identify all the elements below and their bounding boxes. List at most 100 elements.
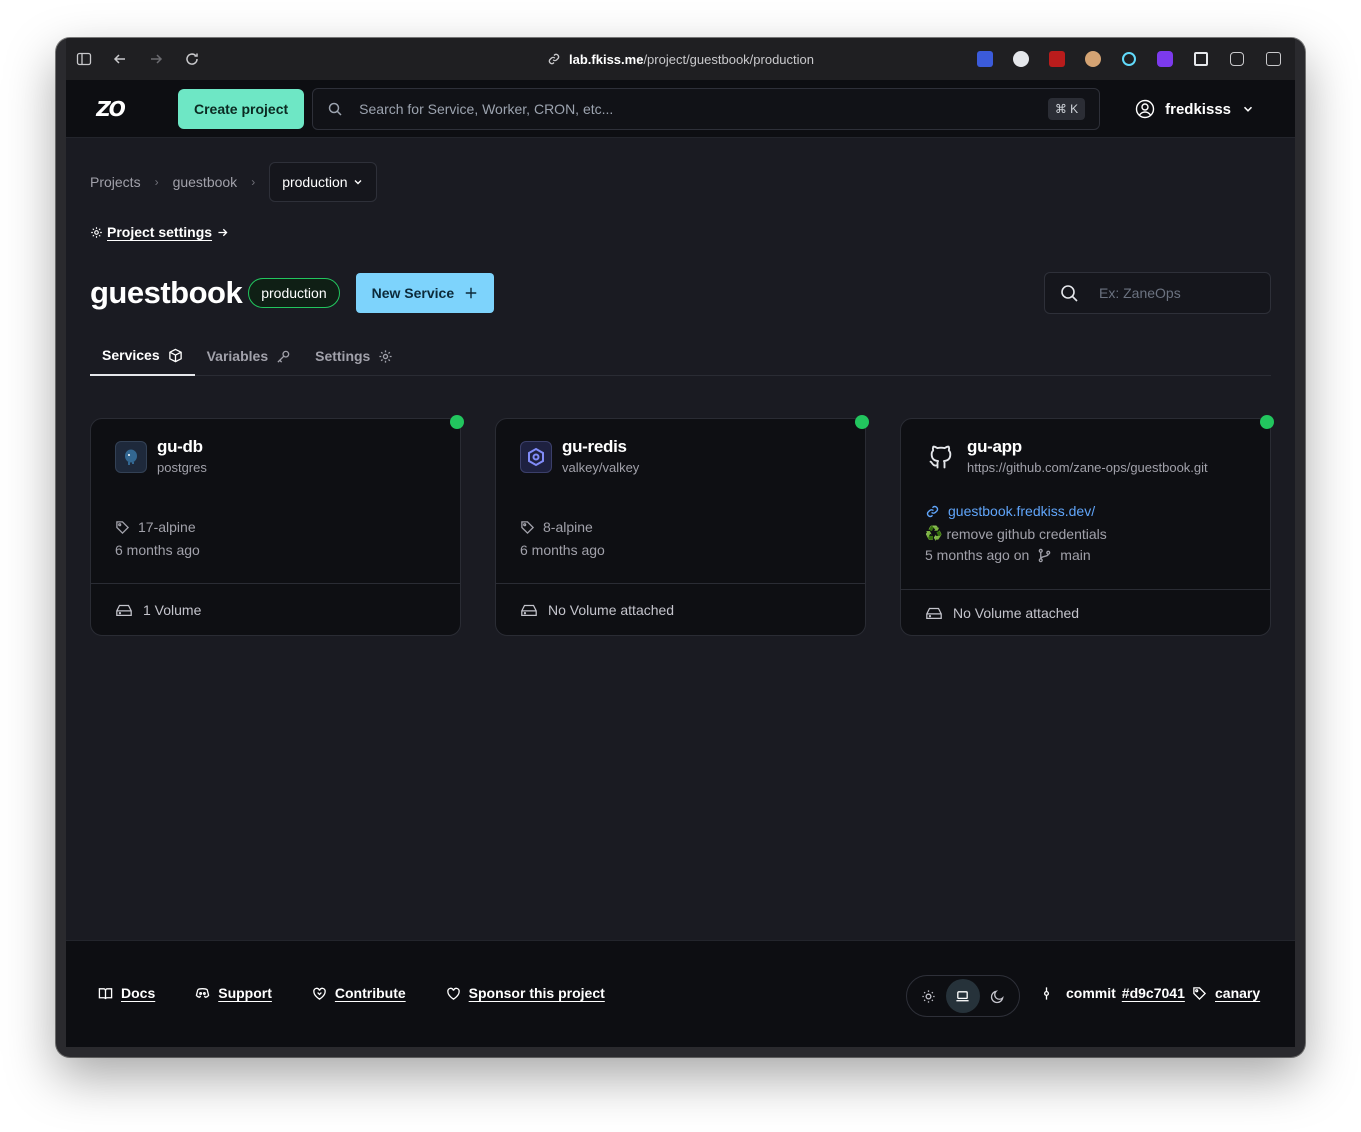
breadcrumb: Projects › guestbook › production: [90, 162, 377, 202]
reload-icon[interactable]: [174, 38, 210, 80]
search-icon: [328, 102, 342, 116]
box-icon: [168, 348, 182, 362]
service-updated: 6 months ago: [115, 542, 200, 558]
extension-icon-2[interactable]: [1007, 45, 1035, 73]
chevron-down-icon: [1243, 106, 1253, 112]
service-image: postgres: [157, 460, 207, 475]
tab-settings[interactable]: Settings: [303, 336, 405, 376]
release-channel-link[interactable]: canary: [1215, 985, 1260, 1001]
service-volume: No Volume attached: [496, 583, 865, 635]
laptop-icon: [956, 990, 970, 1001]
key-icon: [277, 350, 290, 363]
new-service-button[interactable]: New Service: [355, 273, 495, 313]
dark-theme-button[interactable]: [981, 979, 1015, 1013]
heart-handshake-icon: [313, 987, 326, 1000]
service-filter-input[interactable]: Ex: ZaneOps: [1044, 272, 1271, 314]
project-tabs: Services Variables Settings: [90, 336, 1271, 376]
service-card-gu-db[interactable]: gu-db postgres 17-alpine 6 months ago 1 …: [90, 415, 464, 636]
search-icon: [1061, 285, 1078, 302]
sidebar-toggle-icon[interactable]: [66, 38, 102, 80]
url-host: lab.fkiss.me: [569, 51, 644, 67]
commit-hash-link[interactable]: #d9c7041: [1122, 985, 1185, 1001]
hard-drive-icon: [521, 604, 537, 616]
user-menu[interactable]: fredkisss: [1135, 80, 1255, 138]
support-link[interactable]: Support: [195, 985, 272, 1001]
arrow-right-icon: [218, 228, 228, 236]
discord-icon: [195, 987, 210, 998]
react-devtools-icon[interactable]: [1115, 45, 1143, 73]
footer: Docs Support Contribute Sponsor this pro…: [66, 940, 1295, 1047]
tab-services[interactable]: Services: [90, 336, 195, 376]
contribute-link[interactable]: Contribute: [312, 985, 406, 1001]
status-indicator: [450, 415, 464, 429]
hard-drive-icon: [116, 604, 132, 616]
search-input[interactable]: Search for Service, Worker, CRON, etc...…: [312, 87, 1101, 130]
status-indicator: [1260, 415, 1274, 429]
service-tag-value: 17-alpine: [138, 519, 196, 535]
extension-icon-3[interactable]: [1043, 45, 1071, 73]
footer-links: Docs Support Contribute Sponsor this pro…: [98, 985, 605, 1001]
breadcrumb-project[interactable]: guestbook: [173, 174, 238, 190]
split-view-icon[interactable]: [1259, 45, 1287, 73]
service-volume-label: No Volume attached: [548, 601, 675, 618]
extension-icon-4[interactable]: [1079, 45, 1107, 73]
service-name[interactable]: gu-db: [157, 437, 207, 457]
service-card-header: gu-app https://github.com/zane-ops/guest…: [925, 437, 1208, 475]
back-icon[interactable]: [102, 38, 138, 80]
service-tag: 8-alpine: [520, 519, 593, 535]
breadcrumb-projects[interactable]: Projects: [90, 174, 141, 190]
service-updated-label: 5 months ago on: [925, 547, 1030, 563]
extension-icon-8[interactable]: [1223, 45, 1251, 73]
system-theme-button[interactable]: [945, 979, 980, 1013]
project-settings-link[interactable]: Project settings: [90, 224, 229, 240]
tab-variables[interactable]: Variables: [195, 336, 304, 376]
sponsor-label: Sponsor this project: [468, 985, 605, 1001]
support-label: Support: [218, 985, 272, 1001]
extension-icon-6[interactable]: [1151, 45, 1179, 73]
link-icon: [926, 505, 939, 517]
light-theme-button[interactable]: [911, 979, 945, 1013]
postgres-icon: [115, 441, 147, 473]
forward-icon[interactable]: [138, 38, 174, 80]
page-title: guestbook: [90, 275, 243, 310]
service-name[interactable]: gu-app: [967, 437, 1208, 457]
contribute-label: Contribute: [334, 985, 406, 1001]
username: fredkisss: [1165, 100, 1231, 118]
service-url-link[interactable]: guestbook.fredkiss.dev/: [925, 503, 1095, 519]
extension-icon-1[interactable]: [971, 45, 999, 73]
commit-message: remove github credentials: [946, 525, 1107, 542]
valkey-icon: [520, 441, 552, 473]
tag-icon: [521, 520, 535, 534]
tab-settings-label: Settings: [315, 348, 371, 364]
environment-dropdown[interactable]: production: [269, 162, 377, 202]
tab-variables-label: Variables: [206, 348, 269, 364]
service-volume: No Volume attached: [901, 589, 1270, 635]
service-tag: 17-alpine: [115, 519, 196, 535]
sun-icon: [922, 989, 935, 1003]
service-name[interactable]: gu-redis: [562, 437, 639, 457]
service-card-header: gu-db postgres: [115, 437, 207, 475]
service-volume: 1 Volume: [91, 583, 460, 635]
service-card-gu-app[interactable]: gu-app https://github.com/zane-ops/guest…: [900, 415, 1274, 636]
branch-name: main: [1060, 547, 1091, 563]
sponsor-link[interactable]: Sponsor this project: [446, 985, 605, 1001]
create-project-button[interactable]: Create project: [178, 88, 305, 129]
git-commit-icon: [1043, 986, 1050, 1000]
service-volume-label: 1 Volume: [143, 601, 202, 618]
service-commit-message: ♻️ remove github credentials: [925, 525, 1107, 542]
app-root: ZO Create project Search for Service, Wo…: [66, 80, 1295, 1047]
service-image: valkey/valkey: [562, 460, 640, 475]
environment-label: production: [282, 174, 348, 190]
chevron-right-icon: ›: [154, 175, 159, 189]
service-url: guestbook.fredkiss.dev/: [948, 503, 1096, 519]
project-settings-label: Project settings: [107, 224, 213, 240]
service-card-gu-redis[interactable]: gu-redis valkey/valkey 8-alpine 6 months…: [495, 415, 869, 636]
tab-services-label: Services: [102, 347, 160, 363]
zaneops-logo[interactable]: ZO: [66, 80, 154, 138]
extension-icon-7[interactable]: [1187, 45, 1215, 73]
hard-drive-icon: [926, 607, 942, 619]
chevron-down-icon: [354, 180, 362, 185]
services-grid: gu-db postgres 17-alpine 6 months ago 1 …: [90, 415, 1274, 636]
docs-link[interactable]: Docs: [98, 985, 155, 1001]
address-field[interactable]: lab.fkiss.me/project/guestbook/productio…: [547, 52, 814, 67]
